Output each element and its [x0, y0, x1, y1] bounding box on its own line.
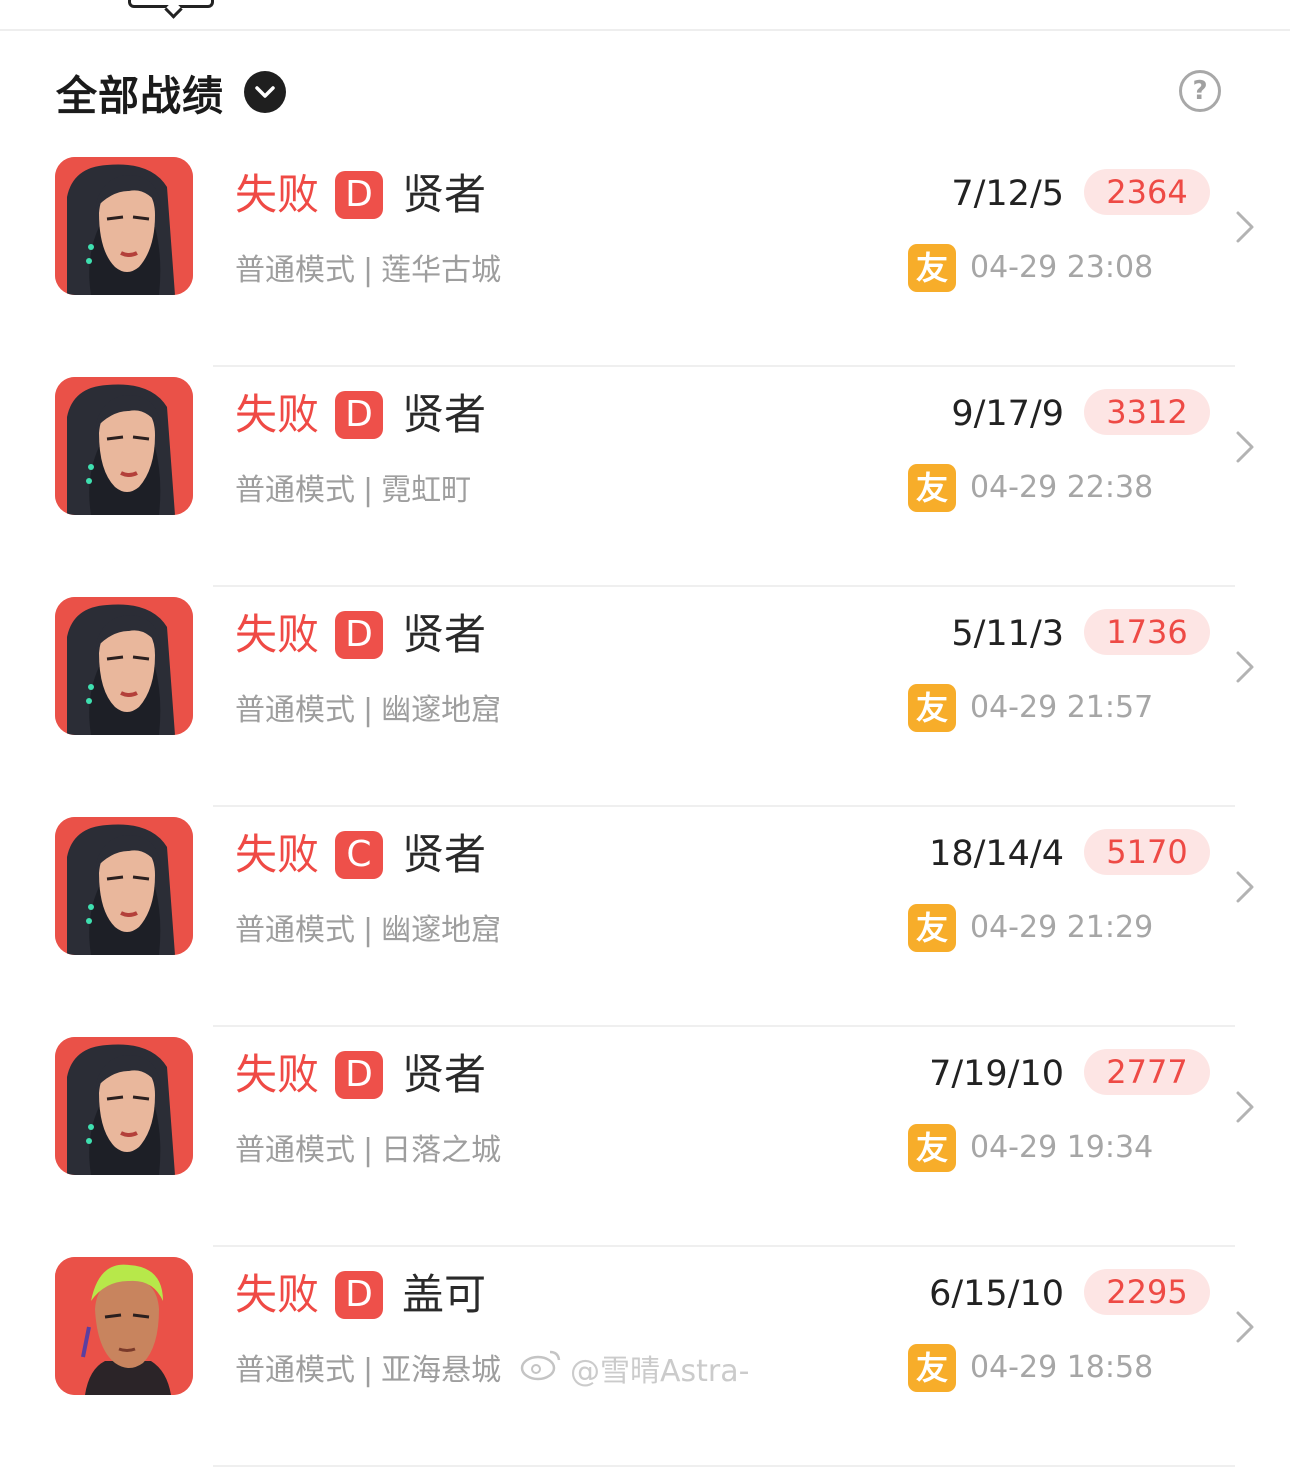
- match-record-row[interactable]: 失败 D 贤者 普通模式 | 霓虹町 9/17/9 3312 友 04-29 22:…: [0, 367, 1290, 587]
- match-time: 04-29 18:58: [970, 1350, 1154, 1385]
- friend-match-badge: 友: [908, 904, 956, 952]
- weibo-icon: [520, 1346, 570, 1390]
- agent-name: 贤者: [402, 170, 487, 219]
- agent-name: 盖可: [402, 1270, 487, 1319]
- map-name: 幽邃地窟: [381, 693, 502, 728]
- agent-avatar: [55, 597, 193, 735]
- match-result: 失败: [235, 610, 320, 659]
- agent-avatar: [55, 1037, 193, 1175]
- agent-avatar: [55, 157, 193, 295]
- kda-stats: 5/11/3: [951, 614, 1064, 654]
- chevron-down-icon[interactable]: [244, 71, 286, 113]
- watermark: @雪晴Astra-: [520, 1345, 749, 1391]
- game-mode: 普通模式: [235, 253, 355, 288]
- match-time: 04-29 22:38: [970, 470, 1154, 505]
- map-name: 幽邃地窟: [381, 913, 502, 948]
- performance-grade-badge: D: [335, 611, 383, 659]
- combat-score-badge: 2295: [1084, 1269, 1210, 1315]
- mode-map-info: 普通模式 | 霓虹町: [235, 471, 471, 511]
- combat-score-badge: 1736: [1084, 609, 1210, 655]
- chevron-right-icon: [1232, 1087, 1258, 1131]
- game-mode: 普通模式: [235, 473, 355, 508]
- performance-grade-badge: C: [335, 831, 383, 879]
- mode-map-info: 普通模式 | 幽邃地窟: [235, 691, 501, 731]
- separator: |: [363, 1133, 374, 1168]
- match-result: 失败: [235, 390, 320, 439]
- separator: |: [363, 473, 374, 508]
- chevron-right-icon: [1232, 647, 1258, 691]
- friend-match-badge: 友: [908, 464, 956, 512]
- performance-grade-badge: D: [335, 1271, 383, 1319]
- map-name: 莲华古城: [381, 253, 502, 288]
- friend-match-badge: 友: [908, 244, 956, 292]
- match-result: 失败: [235, 830, 320, 879]
- agent-avatar: [55, 1257, 193, 1395]
- watermark-text: @雪晴Astra-: [570, 1354, 750, 1389]
- agent-name: 贤者: [402, 390, 487, 439]
- match-result: 失败: [235, 1270, 320, 1319]
- match-time: 04-29 19:34: [970, 1130, 1154, 1165]
- chevron-right-icon: [1232, 427, 1258, 471]
- combat-score-badge: 3312: [1084, 389, 1210, 435]
- map-name: 亚海悬城: [381, 1353, 502, 1388]
- kda-stats: 18/14/4: [929, 834, 1064, 874]
- match-record-row[interactable]: 失败 D 贤者 普通模式 | 莲华古城 7/12/5 2364 友 04-29 23…: [0, 147, 1290, 367]
- separator: |: [363, 693, 374, 728]
- match-time: 04-29 21:57: [970, 690, 1154, 725]
- performance-grade-badge: D: [335, 391, 383, 439]
- match-result: 失败: [235, 1050, 320, 1099]
- combat-score-badge: 2364: [1084, 169, 1210, 215]
- match-record-row[interactable]: 失败 D 贤者 普通模式 | 日落之城 7/19/10 2777 友 04-29 1…: [0, 1027, 1290, 1247]
- agent-avatar: [55, 377, 193, 515]
- performance-grade-badge: D: [335, 1051, 383, 1099]
- agent-name: 贤者: [402, 610, 487, 659]
- top-divider: [0, 29, 1290, 31]
- top-tab-bar-remnant: [0, 0, 1290, 30]
- agent-name: 贤者: [402, 830, 487, 879]
- match-record-row[interactable]: 失败 D 贤者 普通模式 | 幽邃地窟 5/11/3 1736 友 04-29 21…: [0, 587, 1290, 807]
- active-tab-indicator: [128, 0, 214, 8]
- friend-match-badge: 友: [908, 684, 956, 732]
- mode-map-info: 普通模式 | 幽邃地窟: [235, 911, 501, 951]
- records-header: 全部战绩: [56, 62, 286, 122]
- chevron-right-icon: [1232, 207, 1258, 251]
- match-time: 04-29 23:08: [970, 250, 1154, 285]
- game-mode: 普通模式: [235, 693, 355, 728]
- combat-score-badge: 2777: [1084, 1049, 1210, 1095]
- agent-avatar: [55, 817, 193, 955]
- match-time: 04-29 21:29: [970, 910, 1154, 945]
- friend-match-badge: 友: [908, 1124, 956, 1172]
- records-filter-title[interactable]: 全部战绩: [56, 62, 224, 122]
- chevron-right-icon: [1232, 1307, 1258, 1351]
- friend-match-badge: 友: [908, 1344, 956, 1392]
- match-record-row[interactable]: 失败 C 贤者 普通模式 | 幽邃地窟 18/14/4 5170 友 04-29 2…: [0, 807, 1290, 1027]
- game-mode: 普通模式: [235, 913, 355, 948]
- performance-grade-badge: D: [335, 171, 383, 219]
- kda-stats: 7/19/10: [929, 1054, 1064, 1094]
- kda-stats: 9/17/9: [951, 394, 1064, 434]
- match-result: 失败: [235, 170, 320, 219]
- mode-map-info: 普通模式 | 莲华古城: [235, 251, 501, 291]
- question-circle-icon[interactable]: ?: [1179, 70, 1221, 112]
- game-mode: 普通模式: [235, 1133, 355, 1168]
- mode-map-info: 普通模式 | 亚海悬城: [235, 1351, 501, 1391]
- mode-map-info: 普通模式 | 日落之城: [235, 1131, 501, 1171]
- separator: |: [363, 253, 374, 288]
- kda-stats: 7/12/5: [951, 174, 1064, 214]
- separator: |: [363, 1353, 374, 1388]
- combat-score-badge: 5170: [1084, 829, 1210, 875]
- agent-name: 贤者: [402, 1050, 487, 1099]
- map-name: 霓虹町: [381, 473, 472, 508]
- separator: |: [363, 913, 374, 948]
- kda-stats: 6/15/10: [929, 1274, 1064, 1314]
- match-record-list: 失败 D 贤者 普通模式 | 莲华古城 7/12/5 2364 友 04-29 23…: [0, 147, 1290, 1467]
- game-mode: 普通模式: [235, 1353, 355, 1388]
- map-name: 日落之城: [381, 1133, 502, 1168]
- chevron-right-icon: [1232, 867, 1258, 911]
